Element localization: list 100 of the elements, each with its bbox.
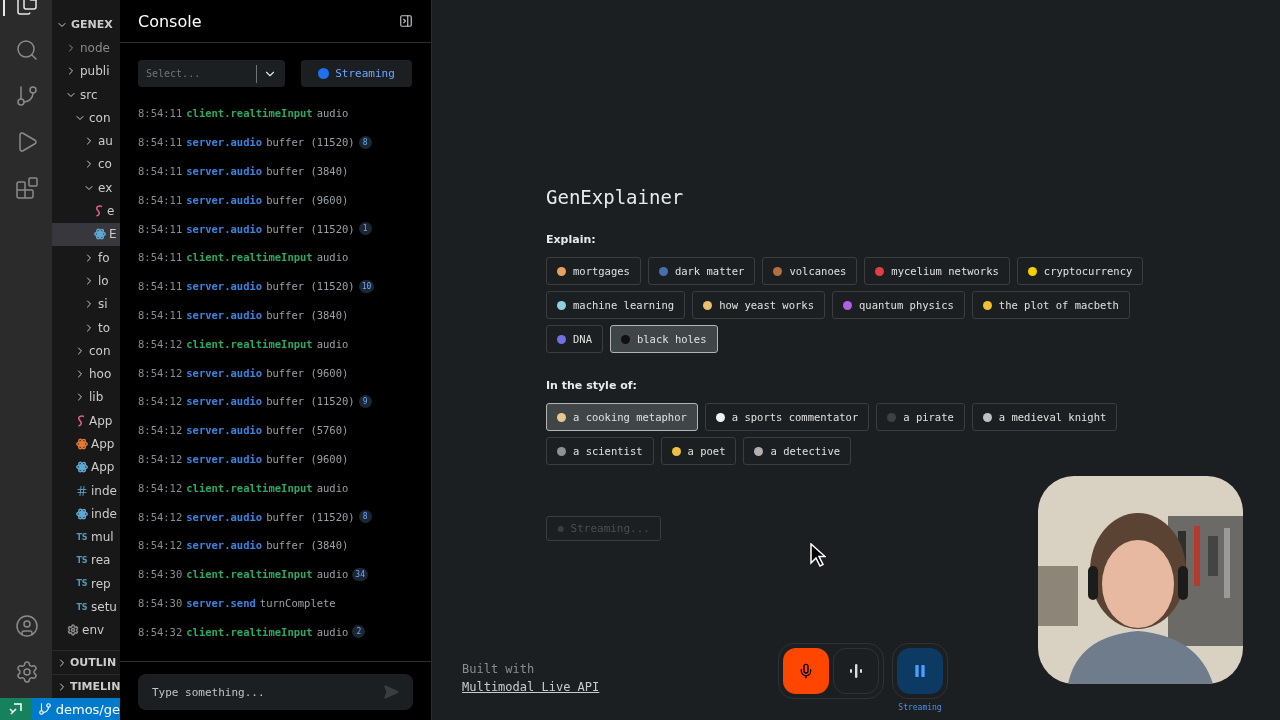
count-badge: 34: [352, 567, 368, 581]
stream-status: Streaming: [898, 703, 942, 712]
log-source: server.audio: [186, 539, 263, 552]
log-message: buffer (9600): [266, 193, 349, 206]
count-badge: 10: [358, 279, 375, 293]
folder-row[interactable]: lib: [52, 385, 120, 410]
log-source: server.audio: [186, 510, 263, 523]
panel-toggle-icon[interactable]: [399, 14, 413, 28]
option-chip[interactable]: how yeast works: [692, 291, 825, 319]
blocks-icon[interactable]: [15, 176, 39, 200]
option-chip[interactable]: a medieval knight: [971, 403, 1118, 431]
cursor-icon: [810, 543, 826, 567]
log-time: 8:54:30: [138, 596, 183, 609]
log-source: server.audio: [186, 193, 263, 206]
log-message: audio: [316, 251, 349, 264]
audio-level-button[interactable]: [833, 648, 879, 694]
option-chip[interactable]: volcanoes: [762, 257, 858, 285]
api-link[interactable]: Multimodal Live API: [462, 680, 778, 694]
option-chip[interactable]: cryptocurrency: [1016, 257, 1144, 285]
log-source: server.audio: [186, 452, 263, 465]
remote-button[interactable]: [0, 698, 32, 720]
folder-row[interactable]: si: [52, 292, 120, 316]
file-row[interactable]: TS rep: [52, 572, 120, 596]
branch-icon[interactable]: [15, 84, 39, 108]
option-chip[interactable]: mortgages: [546, 257, 641, 285]
search-icon[interactable]: [15, 38, 39, 62]
option-chip[interactable]: DNA: [546, 325, 603, 353]
file-row[interactable]: App: [52, 455, 120, 479]
option-chip[interactable]: black holes: [609, 325, 718, 353]
filter-select[interactable]: Select...: [138, 60, 285, 87]
folder-row[interactable]: au: [52, 129, 120, 153]
folder-row[interactable]: src: [52, 82, 120, 107]
log-time: 8:54:12: [138, 452, 183, 465]
option-chip[interactable]: machine learning: [546, 291, 686, 319]
ts-icon: TS: [76, 532, 88, 542]
folder-row[interactable]: GENEX: [52, 13, 120, 37]
option-chip[interactable]: a cooking metaphor: [546, 403, 698, 431]
file-row[interactable]: TS rea: [52, 548, 120, 573]
option-chip[interactable]: a sports commentator: [704, 403, 870, 431]
log-source: server.audio: [186, 280, 263, 293]
log-time: 8:54:30: [138, 568, 183, 581]
log-time: 8:54:11: [138, 280, 183, 293]
mic-icon: [798, 663, 814, 679]
log-message: buffer (11520): [266, 280, 355, 293]
option-chip[interactable]: a poet: [660, 437, 737, 465]
log-message: audio: [316, 107, 349, 120]
log-time: 8:54:11: [138, 107, 183, 120]
mic-button[interactable]: [783, 648, 829, 694]
settings-icon[interactable]: [15, 660, 39, 684]
file-row[interactable]: env: [52, 618, 120, 642]
file-row[interactable]: inde: [52, 478, 120, 503]
option-chip[interactable]: dark matter: [647, 257, 756, 285]
credit-caption: Built with: [462, 662, 536, 676]
log-time: 8:54:11: [138, 193, 183, 206]
folder-row[interactable]: co: [52, 152, 120, 177]
file-row[interactable]: TS setu: [52, 595, 120, 619]
log-time: 8:54:12: [138, 510, 183, 523]
option-chip[interactable]: the plot of macbeth: [971, 291, 1130, 319]
file-row[interactable]: e: [52, 199, 120, 223]
log-message: turnComplete: [259, 596, 336, 609]
folder-row[interactable]: hoo: [52, 362, 120, 386]
folder-row[interactable]: lo: [52, 269, 120, 293]
log-time: 8:54:12: [138, 424, 183, 437]
file-row[interactable]: App: [52, 432, 120, 456]
file-row[interactable]: TS mul: [52, 525, 120, 549]
option-chip[interactable]: a detective: [743, 437, 852, 465]
log-message: audio: [316, 337, 349, 350]
folder-row[interactable]: con: [52, 106, 120, 130]
branch-icon: [37, 702, 52, 716]
log-message: audio: [316, 568, 349, 581]
folder-row[interactable]: ex: [52, 176, 120, 200]
count-badge: 8: [358, 135, 372, 149]
ts-icon: TS: [76, 602, 88, 612]
log-message: audio: [316, 481, 349, 494]
folder-row[interactable]: con: [52, 339, 120, 363]
log-message: audio: [316, 625, 349, 638]
folder-row[interactable]: fo: [52, 245, 120, 270]
account-icon[interactable]: [15, 614, 39, 638]
folder-row[interactable]: node: [52, 36, 120, 60]
log-message: buffer (11520): [266, 395, 355, 408]
ts-icon: TS: [76, 579, 88, 589]
count-badge: 9: [358, 394, 372, 408]
folder-row[interactable]: to: [52, 315, 120, 340]
log-message: buffer (11520): [266, 136, 355, 149]
option-chip[interactable]: a pirate: [876, 403, 965, 431]
file-row[interactable]: E: [52, 222, 120, 246]
option-chip[interactable]: a scientist: [546, 437, 654, 465]
streaming-button[interactable]: Streaming: [301, 60, 412, 87]
message-input[interactable]: Type something...: [138, 674, 413, 710]
log-time: 8:54:12: [138, 366, 183, 379]
pause-icon: [912, 663, 928, 679]
file-row[interactable]: inde: [52, 502, 120, 526]
option-chip[interactable]: mycelium networks: [864, 257, 1010, 285]
folder-row[interactable]: publi: [52, 59, 120, 83]
log-source: server.audio: [186, 395, 263, 408]
option-chip[interactable]: quantum physics: [832, 291, 965, 319]
log-time: 8:54:12: [138, 337, 183, 350]
log-time: 8:54:11: [138, 136, 183, 149]
file-row[interactable]: App: [52, 409, 120, 433]
log-source: server.audio: [186, 165, 263, 177]
